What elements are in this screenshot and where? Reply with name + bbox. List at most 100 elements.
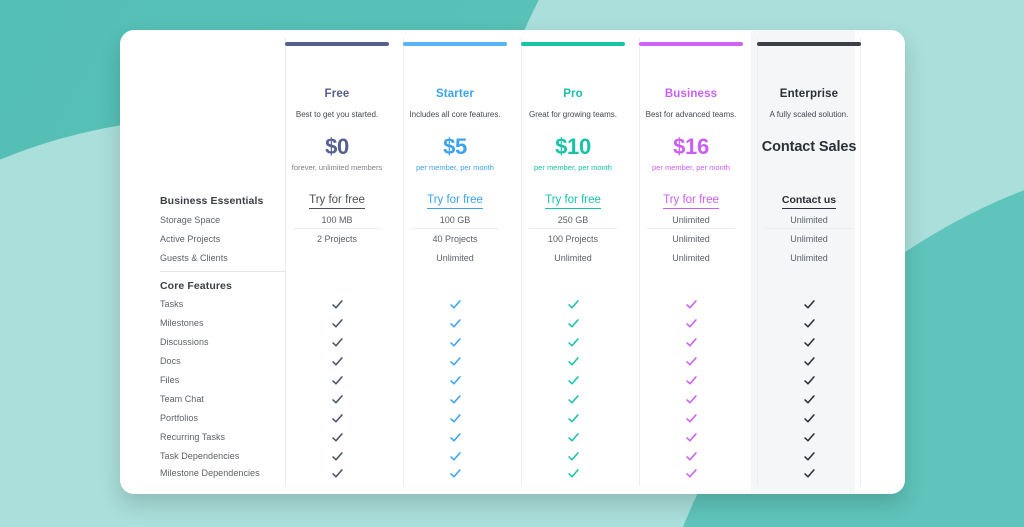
feature-check-icon	[521, 393, 625, 406]
feature-row-label: Active Projects	[160, 234, 221, 244]
feature-check-icon	[639, 467, 743, 480]
feature-check-icon	[757, 450, 861, 463]
feature-check-icon	[285, 450, 389, 463]
feature-check-icon	[639, 393, 743, 406]
feature-check-icon	[403, 298, 507, 311]
plan-column-starter: Starter Includes all core features. $5 per …	[403, 30, 507, 494]
plan-price: $16	[673, 134, 709, 159]
feature-check-icon	[403, 450, 507, 463]
feature-check-icon	[285, 355, 389, 368]
plan-cell-value: Unlimited	[436, 253, 474, 263]
pricing-card: Business Essentials Storage Space Active P…	[120, 30, 905, 494]
feature-check-icon	[639, 374, 743, 387]
plan-name: Enterprise	[779, 88, 839, 100]
feature-row-label: Milestone Dependencies	[160, 468, 260, 478]
feature-row-label: Task Dependencies	[160, 451, 240, 461]
feature-row-label: Guests & Clients	[160, 253, 228, 263]
plan-cell-value: 100 Projects	[547, 234, 599, 244]
plan-tagline: Best for advanced teams.	[645, 110, 737, 119]
feature-check-icon	[757, 355, 861, 368]
feature-check-icon	[521, 467, 625, 480]
plan-section-divider	[293, 228, 381, 229]
plan-cta-starter[interactable]: Try for free	[403, 190, 507, 209]
plan-cell-value: Unlimited	[672, 253, 710, 263]
plan-cta-enterprise[interactable]: Contact us	[757, 190, 861, 209]
feature-check-icon	[403, 431, 507, 444]
plan-column-pro: Pro Great for growing teams. $10 per member…	[521, 30, 625, 494]
plan-tagline: Includes all core features.	[409, 110, 501, 119]
plan-section-divider	[765, 228, 853, 229]
plan-price: $0	[325, 134, 349, 159]
feature-check-icon	[639, 298, 743, 311]
feature-check-icon	[521, 450, 625, 463]
feature-group-title: Business Essentials	[160, 195, 264, 207]
feature-check-icon	[521, 298, 625, 311]
feature-group-title: Core Features	[160, 280, 232, 292]
feature-check-icon	[285, 336, 389, 349]
plan-price: $10	[555, 134, 591, 159]
plan-price: Contact Sales	[761, 139, 857, 155]
feature-check-icon	[403, 355, 507, 368]
plan-cell-value: Unlimited	[672, 234, 710, 244]
plan-accent-bar	[757, 42, 861, 46]
plan-name: Pro	[563, 88, 583, 100]
feature-check-icon	[757, 336, 861, 349]
plan-cta-label[interactable]: Contact us	[781, 194, 837, 209]
feature-check-icon	[757, 393, 861, 406]
plan-cell-value: Unlimited	[790, 234, 828, 244]
feature-check-icon	[521, 355, 625, 368]
plan-cta-business[interactable]: Try for free	[639, 190, 743, 209]
pricing-table: Business Essentials Storage Space Active P…	[120, 30, 905, 494]
plan-cta-label[interactable]: Try for free	[545, 194, 601, 209]
plan-period: forever, unlimited members	[291, 163, 383, 172]
feature-check-icon	[639, 317, 743, 330]
feature-check-icon	[403, 467, 507, 480]
feature-check-icon	[285, 431, 389, 444]
feature-check-icon	[521, 336, 625, 349]
plan-cell-value: Unlimited	[790, 215, 828, 225]
feature-check-icon	[285, 412, 389, 425]
feature-check-icon	[403, 317, 507, 330]
plan-cell-value: 250 GB	[557, 215, 589, 225]
feature-check-icon	[639, 412, 743, 425]
feature-check-icon	[403, 374, 507, 387]
plan-tagline: A fully scaled solution.	[769, 110, 849, 119]
feature-row-label: Tasks	[160, 299, 184, 309]
plan-period: per member, per month	[416, 163, 494, 172]
plan-cta-pro[interactable]: Try for free	[521, 190, 625, 209]
feature-check-icon	[521, 412, 625, 425]
plan-cta-label[interactable]: Try for free	[663, 194, 719, 209]
plan-cell-value: 40 Projects	[432, 234, 478, 244]
feature-check-icon	[639, 355, 743, 368]
plan-tagline: Best to get you started.	[295, 110, 379, 119]
plan-cell-value: 100 GB	[439, 215, 471, 225]
plan-price: $5	[443, 134, 467, 159]
feature-row-label: Discussions	[160, 337, 209, 347]
feature-check-icon	[757, 298, 861, 311]
plan-cell-value: 100 MB	[321, 215, 353, 225]
feature-check-icon	[757, 317, 861, 330]
plan-column-enterprise: Enterprise A fully scaled solution. Contac…	[757, 30, 861, 494]
plan-cta-label[interactable]: Try for free	[427, 194, 483, 209]
plan-section-divider	[529, 228, 617, 229]
feature-check-icon	[403, 336, 507, 349]
plan-accent-bar	[285, 42, 389, 46]
plan-cell-value: Unlimited	[790, 253, 828, 263]
feature-check-icon	[639, 431, 743, 444]
feature-row-label: Docs	[160, 356, 181, 366]
plan-cta-free[interactable]: Try for free	[285, 190, 389, 209]
feature-check-icon	[285, 317, 389, 330]
feature-row-label: Files	[160, 375, 180, 385]
feature-check-icon	[403, 393, 507, 406]
feature-check-icon	[403, 412, 507, 425]
plan-cell-value: 2 Projects	[316, 234, 358, 244]
plan-column-free: Free Best to get you started. $0 forever, u…	[285, 30, 389, 494]
plan-cta-label[interactable]: Try for free	[309, 194, 365, 209]
feature-check-icon	[757, 431, 861, 444]
plan-period: per member, per month	[534, 163, 612, 172]
feature-check-icon	[757, 374, 861, 387]
feature-check-icon	[285, 393, 389, 406]
plan-section-divider	[411, 228, 499, 229]
plan-tagline: Great for growing teams.	[528, 110, 618, 119]
feature-check-icon	[521, 431, 625, 444]
